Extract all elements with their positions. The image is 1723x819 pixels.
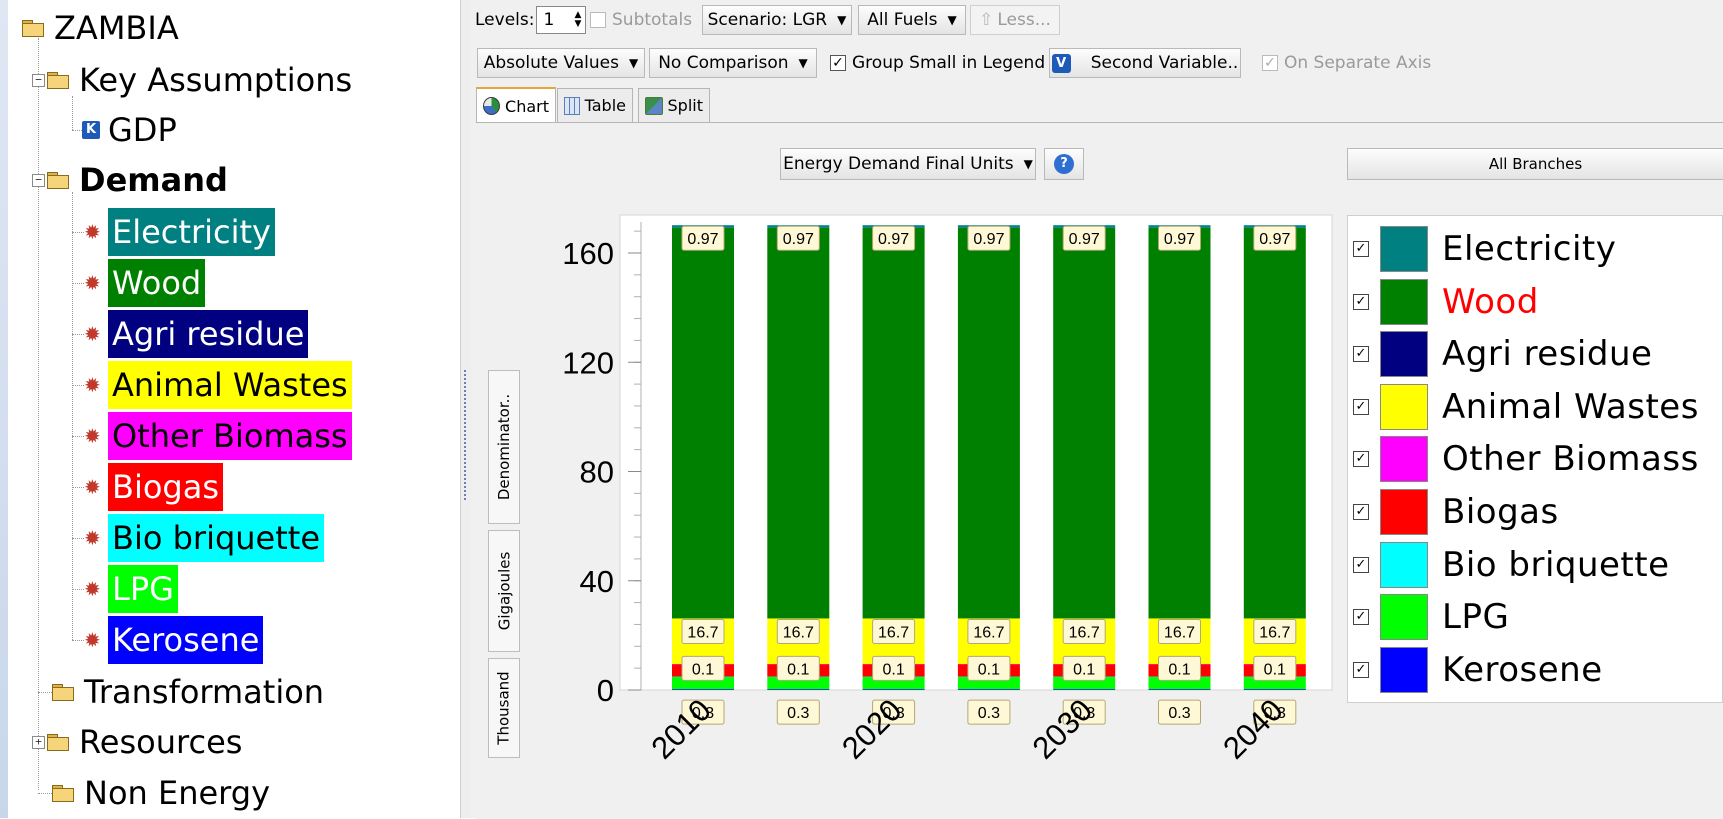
legend-label: Bio briquette	[1442, 544, 1670, 585]
legend-item-electricity[interactable]: ✓ Electricity	[1348, 223, 1616, 275]
bar-segment-kerosene	[672, 689, 734, 690]
legend-item-other-biomass[interactable]: ✓ Other Biomass	[1348, 433, 1699, 485]
bar-segment-wood	[862, 227, 925, 619]
legend-item-animal-wastes[interactable]: ✓ Animal Wastes	[1348, 381, 1699, 433]
data-label: 0.1	[787, 661, 809, 678]
legend-swatch	[1380, 541, 1428, 588]
checkbox-checked-icon[interactable]: ✓	[1353, 241, 1369, 257]
legend-item-wood[interactable]: ✓ Wood	[1348, 276, 1539, 328]
bar-segment-kerosene	[767, 689, 830, 690]
checkbox-checked-icon[interactable]: ✓	[1353, 556, 1369, 573]
checkbox-checked-icon[interactable]: ✓	[1353, 609, 1369, 626]
data-label: 0.97	[878, 231, 909, 248]
data-label: 0.97	[1164, 231, 1195, 248]
legend-swatch	[1380, 226, 1428, 272]
legend-item-lpg[interactable]: ✓ LPG	[1348, 591, 1509, 643]
data-label: 0.97	[1259, 231, 1290, 248]
legend-swatch	[1380, 331, 1428, 378]
checkbox-checked-icon[interactable]: ✓	[1353, 504, 1369, 520]
legend-item-bio-briquette[interactable]: ✓ Bio briquette	[1348, 539, 1670, 591]
y-tick-label: 160	[562, 236, 614, 271]
data-label: 16.7	[1259, 624, 1290, 641]
checkbox-checked-icon[interactable]: ✓	[1353, 293, 1369, 310]
legend-swatch	[1380, 383, 1428, 430]
bar-segment-kerosene	[862, 689, 925, 690]
y-tick-label: 80	[580, 455, 614, 490]
data-label: 16.7	[687, 624, 718, 641]
bar-segment-wood	[767, 227, 830, 619]
data-label: 0.97	[687, 231, 718, 248]
y-tick-label: 0	[597, 673, 614, 708]
legend-swatch	[1380, 646, 1428, 693]
bar-segment-kerosene	[1243, 689, 1306, 690]
data-label: 0.97	[783, 231, 814, 248]
legend-item-agri-residue[interactable]: ✓ Agri residue	[1348, 328, 1652, 380]
checkbox-checked-icon[interactable]: ✓	[1353, 451, 1369, 468]
legend-label: Electricity	[1442, 229, 1617, 269]
legend-swatch	[1380, 278, 1428, 325]
data-label: 16.7	[783, 624, 814, 641]
data-label: 0.1	[882, 661, 904, 678]
legend-swatch	[1380, 489, 1428, 535]
bar-segment-kerosene	[957, 689, 1020, 690]
bar-segment-wood	[1148, 227, 1211, 619]
data-label: 16.7	[878, 624, 909, 641]
bar-segment-kerosene	[1053, 689, 1116, 690]
bar-segment-wood	[957, 227, 1020, 619]
chart-legend: ✓ Electricity ✓ Wood ✓ Agri residue ✓ Animal Wa…	[1347, 215, 1723, 703]
bar-segment-wood	[1243, 227, 1306, 619]
bar-segment-kerosene	[1148, 689, 1211, 690]
data-label: 0.97	[973, 231, 1004, 248]
data-label: 16.7	[973, 624, 1004, 641]
checkbox-checked-icon[interactable]: ✓	[1353, 661, 1369, 678]
checkbox-checked-icon[interactable]: ✓	[1353, 346, 1369, 363]
legend-item-biogas[interactable]: ✓ Biogas	[1348, 486, 1559, 538]
bar-segment-wood	[1053, 227, 1116, 619]
checkbox-checked-icon[interactable]: ✓	[1353, 398, 1369, 415]
data-label: 0.97	[1069, 231, 1100, 248]
bar-segment-wood	[672, 227, 734, 619]
data-label: 0.1	[692, 661, 714, 678]
data-label: 0.1	[1264, 661, 1286, 678]
legend-swatch	[1380, 436, 1428, 483]
legend-swatch	[1380, 594, 1428, 641]
data-label: 0.1	[978, 661, 1000, 678]
legend-item-kerosene[interactable]: ✓ Kerosene	[1348, 644, 1603, 696]
legend-label: Biogas	[1442, 492, 1559, 532]
legend-label: Kerosene	[1442, 649, 1603, 690]
legend-label: Other Biomass	[1442, 439, 1699, 480]
data-label: 0.3	[787, 705, 809, 722]
legend-label: Wood	[1442, 281, 1539, 322]
data-label: 0.1	[1073, 661, 1095, 678]
y-tick-label: 120	[562, 345, 614, 380]
legend-label: Agri residue	[1442, 334, 1653, 375]
data-label: 16.7	[1069, 624, 1100, 641]
data-label: 0.1	[1168, 661, 1190, 678]
data-label: 0.3	[978, 705, 1000, 722]
legend-label: LPG	[1442, 597, 1510, 638]
legend-label: Animal Wastes	[1442, 386, 1699, 427]
data-label: 0.3	[1168, 705, 1190, 722]
data-label: 16.7	[1164, 624, 1195, 641]
y-tick-label: 40	[580, 564, 614, 599]
